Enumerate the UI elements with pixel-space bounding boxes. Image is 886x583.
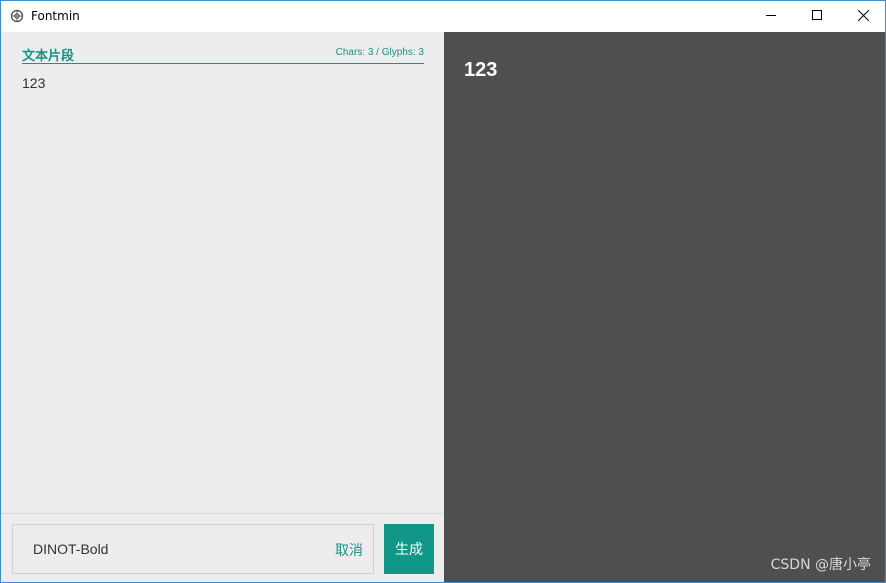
- editor-pane: 文本片段 Chars: 3 / Glyphs: 3 123 DINOT-Bold…: [1, 32, 444, 582]
- bottom-bar: DINOT-Bold 取消 生成: [1, 513, 444, 582]
- minimize-button[interactable]: [748, 1, 794, 32]
- count-separator: /: [373, 47, 382, 58]
- preview-pane: 123 CSDN @唐小亭: [444, 32, 885, 582]
- maximize-icon: [811, 8, 823, 26]
- glyphs-count: Glyphs: 3: [381, 47, 424, 58]
- preview-text: 123: [464, 59, 498, 81]
- char-glyph-counts: Chars: 3 / Glyphs: 3: [336, 47, 424, 58]
- close-button[interactable]: [840, 1, 885, 32]
- text-snippet-input[interactable]: 123: [22, 74, 422, 494]
- section-title: 文本片段: [22, 49, 75, 64]
- app-window: Fontmin 文本片段 Chars: 3 / Glyphs: 3 123 DI…: [0, 0, 886, 583]
- section-header: 文本片段 Chars: 3 / Glyphs: 3: [22, 44, 424, 64]
- window-title: Fontmin: [31, 9, 80, 23]
- minimize-icon: [765, 8, 777, 26]
- font-selector-field[interactable]: DINOT-Bold 取消: [12, 524, 374, 574]
- title-bar[interactable]: Fontmin: [1, 1, 885, 32]
- fontmin-app-icon: [10, 9, 24, 23]
- maximize-button[interactable]: [794, 1, 840, 32]
- close-icon: [857, 8, 869, 26]
- watermark: CSDN @唐小亭: [770, 557, 871, 573]
- chars-count: Chars: 3: [335, 47, 374, 58]
- font-name: DINOT-Bold: [33, 541, 109, 557]
- cancel-button[interactable]: 取消: [335, 540, 363, 560]
- generate-button[interactable]: 生成: [384, 524, 434, 574]
